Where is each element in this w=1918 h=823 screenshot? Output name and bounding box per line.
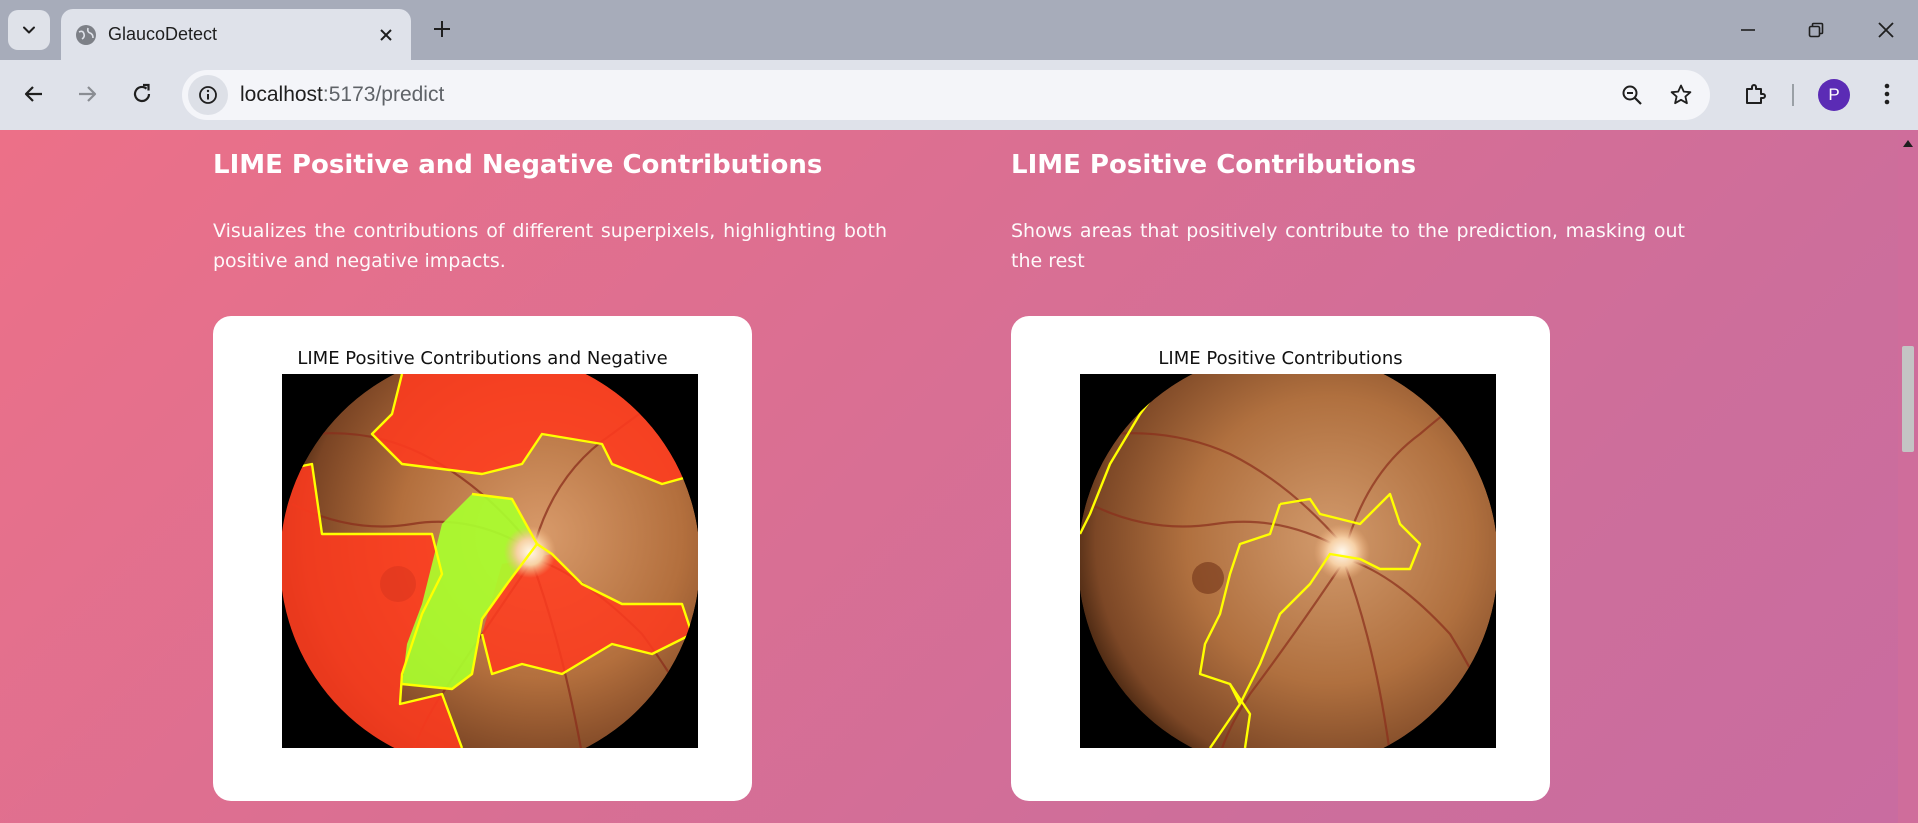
new-tab-button[interactable] [424, 11, 460, 47]
reload-icon [133, 83, 151, 103]
figure-card: LIME Positive Contributions [1011, 316, 1550, 801]
lime-pos-neg-image [282, 374, 698, 748]
kebab-menu-icon [1884, 83, 1890, 105]
url-text[interactable]: localhost:5173/predict [240, 83, 1612, 107]
menu-button[interactable] [1872, 74, 1902, 114]
page-viewport: LIME Positive and Negative Contributions… [0, 130, 1898, 823]
url-host: localhost [240, 83, 323, 106]
section-description: Visualizes the contributions of differen… [213, 220, 887, 272]
address-bar[interactable]: localhost:5173/predict [182, 70, 1710, 120]
close-icon [1878, 22, 1894, 38]
lime-positive-image [1080, 374, 1496, 748]
restore-icon [1808, 22, 1824, 38]
arrow-right-icon [79, 86, 97, 102]
toolbar-divider [1792, 84, 1794, 106]
figure-title: LIME Positive Contributions and Negative [297, 348, 668, 369]
site-info-icon[interactable] [188, 75, 228, 115]
arrow-left-icon [24, 86, 42, 102]
browser-tab[interactable]: GlaucoDetect [61, 9, 411, 60]
tab-strip: GlaucoDetect [0, 0, 1918, 60]
reload-button[interactable] [122, 74, 162, 114]
page-scrollbar[interactable] [1898, 130, 1918, 823]
extensions-button[interactable] [1735, 74, 1775, 114]
section-heading: LIME Positive Contributions [1011, 150, 1417, 180]
zoom-icon[interactable] [1612, 75, 1652, 115]
tab-search-button[interactable] [8, 10, 50, 50]
restore-button[interactable] [1788, 6, 1844, 54]
close-tab-icon[interactable] [370, 19, 402, 51]
minimize-icon [1741, 29, 1755, 31]
plus-icon [434, 21, 450, 37]
globe-icon [74, 23, 98, 47]
profile-avatar[interactable]: P [1818, 79, 1850, 111]
browser-toolbar: localhost:5173/predict P [0, 60, 1918, 130]
scrollbar-thumb[interactable] [1902, 346, 1914, 452]
section-description: Shows areas that positively contribute t… [1011, 220, 1685, 272]
back-button[interactable] [14, 74, 54, 114]
section-heading: LIME Positive and Negative Contributions [213, 150, 823, 180]
close-window-button[interactable] [1858, 6, 1914, 54]
url-path: :5173/predict [322, 83, 445, 106]
bookmark-star-icon[interactable] [1661, 75, 1701, 115]
chevron-down-icon [23, 26, 35, 34]
figure-title: LIME Positive Contributions [1158, 348, 1403, 369]
minimize-button[interactable] [1720, 6, 1776, 54]
tab-title: GlaucoDetect [108, 24, 218, 44]
figure-card: LIME Positive Contributions and Negative [213, 316, 752, 801]
scroll-up-arrow-icon[interactable] [1901, 136, 1915, 150]
forward-button[interactable] [67, 74, 107, 114]
puzzle-icon [1746, 84, 1766, 104]
